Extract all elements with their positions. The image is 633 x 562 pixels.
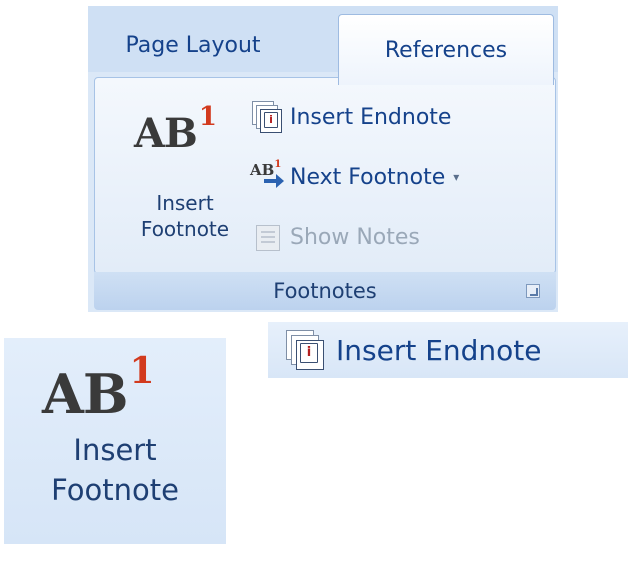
footnotes-group-label: Footnotes [273,279,377,303]
show-notes-label: Show Notes [290,224,420,250]
endnote-icon [284,330,328,370]
chevron-down-icon[interactable]: ▾ [453,170,459,184]
next-footnote-button[interactable]: AB1 Next Footnote ▾ [250,158,550,196]
endnote-icon [250,101,284,133]
insert-footnote-label: Insert Footnote [140,191,230,241]
tab-references[interactable]: References [338,14,554,85]
ab-superscript-icon: AB1 [42,350,155,426]
show-notes-button: Show Notes [250,218,510,256]
next-footnote-icon: AB1 [250,159,284,193]
ribbon-tab-strip: Page Layout References [88,6,558,85]
show-notes-icon [250,221,284,253]
tab-page-layout[interactable]: Page Layout [100,18,286,72]
insert-footnote-button[interactable]: AB1 Insert Footnote [130,90,240,265]
dialog-launcher-icon[interactable] [526,284,540,298]
insert-endnote-button[interactable]: Insert Endnote [250,98,540,136]
zoom-insert-footnote-label: Insert Footnote [51,433,179,507]
insert-endnote-label: Insert Endnote [290,104,452,130]
next-footnote-label: Next Footnote [290,164,446,190]
ab-superscript-icon: AB1 [134,102,217,157]
zoom-insert-endnote-button: Insert Endnote [268,322,628,378]
zoom-insert-endnote-label: Insert Endnote [336,333,542,367]
